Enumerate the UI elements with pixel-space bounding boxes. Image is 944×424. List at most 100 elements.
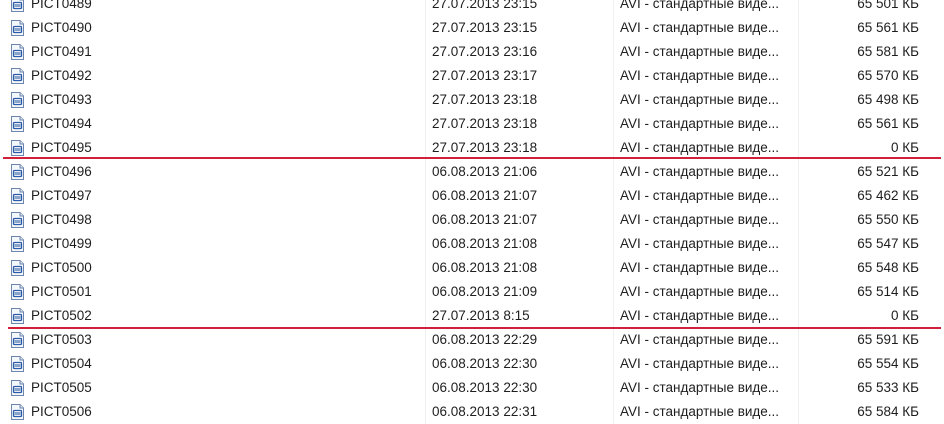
column-divider	[425, 16, 426, 40]
file-date-modified: 27.07.2013 23:16	[432, 44, 538, 59]
file-name: PICT0499	[31, 236, 92, 251]
file-row[interactable]: PICT0498 06.08.2013 21:07 AVI - стандарт…	[0, 208, 944, 232]
column-divider	[613, 88, 614, 112]
video-file-icon	[9, 307, 27, 325]
column-divider	[798, 16, 799, 40]
file-type: AVI - стандартные виде...	[620, 236, 780, 251]
column-divider	[425, 64, 426, 88]
file-row[interactable]: PICT0497 06.08.2013 21:07 AVI - стандарт…	[0, 184, 944, 208]
file-name: PICT0504	[31, 356, 92, 371]
file-size: 65 514 КБ	[857, 284, 919, 299]
file-row[interactable]: PICT0491 27.07.2013 23:16 AVI - стандарт…	[0, 40, 944, 64]
file-size: 65 561 КБ	[857, 116, 919, 131]
video-file-icon	[9, 43, 27, 61]
file-date-modified: 27.07.2013 23:18	[432, 116, 538, 131]
file-date-modified: 06.08.2013 21:08	[432, 260, 538, 275]
file-date-modified: 27.07.2013 23:15	[432, 0, 538, 11]
column-divider	[613, 256, 614, 280]
file-type: AVI - стандартные виде...	[620, 356, 780, 371]
file-row[interactable]: PICT0500 06.08.2013 21:08 AVI - стандарт…	[0, 256, 944, 280]
column-divider	[613, 64, 614, 88]
column-divider	[613, 208, 614, 232]
column-divider	[613, 328, 614, 352]
column-divider	[425, 328, 426, 352]
column-divider	[613, 232, 614, 256]
file-size: 65 501 КБ	[857, 0, 919, 11]
file-date-modified: 27.07.2013 23:17	[432, 68, 538, 83]
file-row[interactable]: PICT0493 27.07.2013 23:18 AVI - стандарт…	[0, 88, 944, 112]
file-name: PICT0494	[31, 116, 92, 131]
file-date-modified: 06.08.2013 21:07	[432, 188, 538, 203]
file-row[interactable]: PICT0489 27.07.2013 23:15 AVI - стандарт…	[0, 0, 944, 16]
column-divider	[798, 328, 799, 352]
file-name: PICT0502	[31, 308, 92, 323]
file-row[interactable]: PICT0490 27.07.2013 23:15 AVI - стандарт…	[0, 16, 944, 40]
column-divider	[613, 304, 614, 328]
column-divider	[798, 304, 799, 328]
column-divider	[798, 160, 799, 184]
file-row[interactable]: PICT0494 27.07.2013 23:18 AVI - стандарт…	[0, 112, 944, 136]
file-name: PICT0493	[31, 92, 92, 107]
column-divider	[798, 40, 799, 64]
highlight-line	[3, 157, 941, 159]
file-date-modified: 06.08.2013 21:09	[432, 284, 538, 299]
file-name: PICT0506	[31, 404, 92, 419]
column-divider	[425, 0, 426, 16]
video-file-icon	[9, 211, 27, 229]
file-name: PICT0489	[31, 0, 92, 11]
file-size: 65 591 КБ	[857, 332, 919, 347]
file-type: AVI - стандартные виде...	[620, 164, 780, 179]
column-divider	[613, 160, 614, 184]
file-size: 65 570 КБ	[857, 68, 919, 83]
column-divider	[425, 160, 426, 184]
column-divider	[798, 376, 799, 400]
file-row[interactable]: PICT0503 06.08.2013 22:29 AVI - стандарт…	[0, 328, 944, 352]
file-name: PICT0492	[31, 68, 92, 83]
video-file-icon	[9, 235, 27, 253]
file-row[interactable]: PICT0496 06.08.2013 21:06 AVI - стандарт…	[0, 160, 944, 184]
file-size: 65 548 КБ	[857, 260, 919, 275]
file-row[interactable]: PICT0505 06.08.2013 22:30 AVI - стандарт…	[0, 376, 944, 400]
video-file-icon	[9, 403, 27, 421]
video-file-icon	[9, 67, 27, 85]
file-size: 65 498 КБ	[857, 92, 919, 107]
file-date-modified: 27.07.2013 8:15	[432, 308, 530, 323]
file-date-modified: 06.08.2013 22:30	[432, 356, 538, 371]
file-date-modified: 27.07.2013 23:18	[432, 92, 538, 107]
column-divider	[798, 184, 799, 208]
file-row[interactable]: PICT0504 06.08.2013 22:30 AVI - стандарт…	[0, 352, 944, 376]
file-row[interactable]: PICT0506 06.08.2013 22:31 AVI - стандарт…	[0, 400, 944, 424]
file-date-modified: 27.07.2013 23:15	[432, 20, 538, 35]
column-divider	[425, 352, 426, 376]
file-date-modified: 06.08.2013 21:08	[432, 236, 538, 251]
file-date-modified: 06.08.2013 22:31	[432, 404, 538, 419]
column-divider	[613, 40, 614, 64]
file-size: 65 561 КБ	[857, 20, 919, 35]
column-divider	[613, 352, 614, 376]
column-divider	[798, 64, 799, 88]
column-divider	[798, 0, 799, 16]
file-row[interactable]: PICT0501 06.08.2013 21:09 AVI - стандарт…	[0, 280, 944, 304]
file-name: PICT0491	[31, 44, 92, 59]
column-divider	[798, 256, 799, 280]
file-row[interactable]: PICT0492 27.07.2013 23:17 AVI - стандарт…	[0, 64, 944, 88]
video-file-icon	[9, 115, 27, 133]
file-list: PICT0489 27.07.2013 23:15 AVI - стандарт…	[0, 0, 944, 424]
file-type: AVI - стандартные виде...	[620, 284, 780, 299]
video-file-icon	[9, 355, 27, 373]
file-row[interactable]: PICT0499 06.08.2013 21:08 AVI - стандарт…	[0, 232, 944, 256]
column-divider	[425, 88, 426, 112]
highlight-line	[8, 327, 941, 329]
column-divider	[613, 184, 614, 208]
file-type: AVI - стандартные виде...	[620, 44, 780, 59]
column-divider	[425, 40, 426, 64]
file-type: AVI - стандартные виде...	[620, 380, 780, 395]
video-file-icon	[9, 19, 27, 37]
file-row[interactable]: PICT0502 27.07.2013 8:15 AVI - стандартн…	[0, 304, 944, 328]
column-divider	[613, 112, 614, 136]
file-date-modified: 06.08.2013 21:06	[432, 164, 538, 179]
column-divider	[425, 376, 426, 400]
video-file-icon	[9, 283, 27, 301]
video-file-icon	[9, 331, 27, 349]
video-file-icon	[9, 0, 27, 13]
